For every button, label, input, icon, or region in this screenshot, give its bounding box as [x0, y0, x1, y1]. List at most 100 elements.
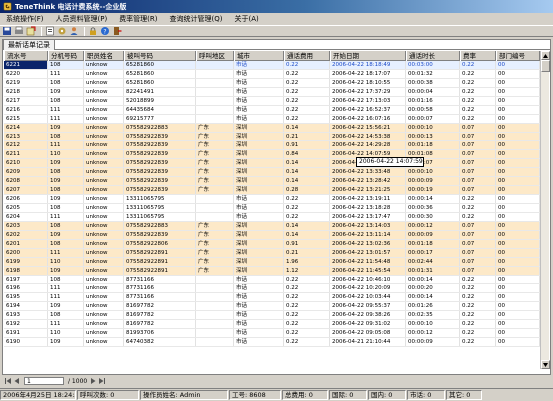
first-page-icon[interactable]	[4, 377, 12, 385]
table-cell: 2006-04-22 17:13:03	[330, 96, 406, 105]
table-cell: unknow	[84, 212, 124, 221]
table-cell: 108	[48, 61, 84, 69]
menu-item-3[interactable]: 查询统计管理(Q)	[164, 13, 229, 25]
table-cell: 00:00:30	[406, 212, 460, 221]
user-icon[interactable]	[69, 26, 79, 36]
column-header[interactable]: 流水号	[4, 51, 48, 61]
next-page-icon[interactable]	[89, 377, 97, 385]
table-row[interactable]: 6202 109 unknow 075582922839 广东 深圳 0.14 2006-04…	[4, 230, 540, 240]
table-cell: 00	[496, 141, 540, 150]
table-cell: 2006-04-22 10:20:09	[330, 284, 406, 293]
tab-latest-records[interactable]: 最新话单记录	[3, 39, 55, 50]
table-cell: 00	[496, 132, 540, 141]
column-header[interactable]: 呼叫地区	[196, 51, 234, 61]
table-cell: 075582922839	[124, 168, 196, 177]
table-row[interactable]: 6218 109 unknow 82241491 市话 0.22 2006-04-22 17…	[4, 87, 540, 97]
table-cell: 6191	[4, 329, 48, 338]
table-cell: 6203	[4, 221, 48, 230]
tab-divider	[2, 49, 551, 50]
table-row[interactable]: 6221 108 unknow 65281860 市话 0.22 2006-04-22 18…	[4, 61, 540, 70]
table-cell: 00:01:32	[406, 69, 460, 78]
table-cell: 2006-04-22 09:31:02	[330, 320, 406, 329]
prev-page-icon[interactable]	[13, 377, 21, 385]
menu-item-0[interactable]: 系统操作(F)	[0, 13, 50, 25]
table-row[interactable]: 6200 111 unknow 075582922891 广东 深圳 0.21 2006-04…	[4, 248, 540, 258]
report-icon[interactable]	[45, 26, 55, 36]
help-icon[interactable]: ?	[100, 26, 110, 36]
table-cell: 2006-04-22 13:14:03	[330, 221, 406, 230]
table-row[interactable]: 6214 109 unknow 075582922883 广东 深圳 0.14 2006-04…	[4, 123, 540, 133]
settings-icon[interactable]	[57, 26, 67, 36]
column-header[interactable]: 分机号码	[48, 51, 84, 61]
status-field: 2006年4月25日 18:24:38	[0, 389, 76, 400]
table-row[interactable]: 6203 108 unknow 075582922883 广东 深圳 0.14 2006-04…	[4, 221, 540, 231]
table-row[interactable]: 6210 109 unknow 075582922839 广东 深圳 0.14 2006-04…	[4, 159, 540, 169]
save-icon[interactable]	[2, 26, 12, 36]
table-row[interactable]: 6194 109 unknow 81697782 市话 0.22 2006-04-22 09…	[4, 302, 540, 312]
column-header[interactable]: 通话费用	[284, 51, 330, 61]
table-cell: 广东	[196, 266, 234, 275]
table-row[interactable]: 6217 108 unknow 52018899 市话 0.22 2006-04-22 17…	[4, 96, 540, 106]
table-row[interactable]: 6212 111 unknow 075582922839 广东 深圳 0.91 2006-04…	[4, 141, 540, 151]
table-row[interactable]: 6207 108 unknow 075582922839 广东 深圳 0.28 2006-04…	[4, 186, 540, 196]
table-cell	[196, 87, 234, 96]
table-cell: 00	[496, 302, 540, 311]
column-header[interactable]: 通话时长	[406, 51, 460, 61]
table-row[interactable]: 6209 108 unknow 075582922839 广东 深圳 0.14 2006-04…	[4, 168, 540, 178]
print-icon[interactable]	[14, 26, 24, 36]
menu-item-2[interactable]: 费率管理(R)	[113, 13, 163, 25]
table-cell: 108	[48, 239, 84, 248]
table-row[interactable]: 6219 108 unknow 65281860 市话 0.22 2006-04-22 18…	[4, 78, 540, 88]
column-header[interactable]: 被叫号码	[124, 51, 196, 61]
table-cell: 0.21	[284, 132, 330, 141]
table-row[interactable]: 6193 108 unknow 81697782 市话 0.22 2006-04-22 09…	[4, 311, 540, 321]
menu-bar: 系统操作(F) 人员资料管理(P) 费率管理(R) 查询统计管理(Q) 关于(A)	[0, 13, 553, 25]
table-cell: 00:00:17	[406, 248, 460, 257]
table-row[interactable]: 6192 111 unknow 81697782 市话 0.22 2006-04-22 09…	[4, 320, 540, 330]
page-number-input[interactable]	[24, 377, 64, 385]
table-row[interactable]: 6213 108 unknow 075582922839 广东 深圳 0.21 2006-04…	[4, 132, 540, 142]
menu-item-4[interactable]: 关于(A)	[229, 13, 265, 25]
column-header[interactable]: 职员姓名	[84, 51, 124, 61]
table-cell: 6220	[4, 69, 48, 78]
table-row[interactable]: 6208 109 unknow 075582922839 广东 深圳 0.14 2006-04…	[4, 177, 540, 187]
column-header[interactable]: 城市	[234, 51, 284, 61]
menu-item-1[interactable]: 人员资料管理(P)	[50, 13, 114, 25]
table-row[interactable]: 6199 110 unknow 075582922891 广东 深圳 1.96 2006-04…	[4, 257, 540, 267]
table-cell: unknow	[84, 78, 124, 87]
table-cell: 6207	[4, 186, 48, 195]
table-row[interactable]: 6195 111 unknow 87731166 市话 0.22 2006-04-22 10…	[4, 293, 540, 303]
table-row[interactable]: 6190 109 unknow 64740382 市话 0.22 2006-04-21 21…	[4, 338, 540, 347]
table-cell: 0.22	[460, 204, 496, 212]
table-row[interactable]: 6197 108 unknow 87731166 市话 0.22 2006-04-22 10…	[4, 275, 540, 285]
lock-icon[interactable]	[88, 26, 98, 36]
table-row[interactable]: 6201 108 unknow 075582922806 广东 深圳 0.91 2006-04…	[4, 239, 540, 249]
table-cell: 0.28	[284, 186, 330, 195]
column-header[interactable]: 费率	[460, 51, 496, 61]
table-row[interactable]: 6215 111 unknow 69215777 市话 0.22 2006-04-22 16…	[4, 114, 540, 124]
table-row[interactable]: 6205 108 unknow 13311065795 市话 0.22 2006-04-22…	[4, 204, 540, 213]
scroll-thumb[interactable]	[541, 60, 550, 72]
export-icon[interactable]	[26, 26, 36, 36]
table-cell: 109	[48, 266, 84, 275]
table-row[interactable]: 6220 111 unknow 65281860 市话 0.22 2006-04-22 18…	[4, 69, 540, 79]
table-row[interactable]: 6198 109 unknow 075582922891 广东 深圳 1.12 2006-04…	[4, 266, 540, 276]
scroll-up-icon[interactable]	[541, 51, 550, 60]
scroll-down-icon[interactable]	[541, 360, 550, 369]
table-row[interactable]: 6204 111 unknow 13311065795 市话 0.22 2006-04-22…	[4, 212, 540, 222]
last-page-icon[interactable]	[98, 377, 106, 385]
table-cell: 0.14	[284, 123, 330, 132]
column-header[interactable]: 部门编号	[496, 51, 540, 61]
table-cell: 81697782	[124, 311, 196, 320]
table-row[interactable]: 6216 111 unknow 64435684 市话 0.22 2006-04-22 16…	[4, 105, 540, 115]
table-cell: 108	[48, 96, 84, 105]
exit-icon[interactable]	[112, 26, 122, 36]
column-header[interactable]: 开始日期	[330, 51, 406, 61]
table-row[interactable]: 6211 110 unknow 075582922839 广东 深圳 0.84 2006-04…	[4, 150, 540, 160]
vertical-scrollbar[interactable]	[540, 51, 550, 369]
table-cell: 2006-04-22 09:05:08	[330, 329, 406, 338]
table-row[interactable]: 6206 109 unknow 13311065795 市话 0.22 2006-04-22…	[4, 195, 540, 204]
table-row[interactable]: 6196 111 unknow 87731166 市话 0.22 2006-04-22 10…	[4, 284, 540, 294]
title-bar: TeneThink 电话计费系统--企业版	[0, 0, 553, 13]
table-row[interactable]: 6191 110 unknow 81993706 市话 0.22 2006-04-22 09…	[4, 329, 540, 339]
